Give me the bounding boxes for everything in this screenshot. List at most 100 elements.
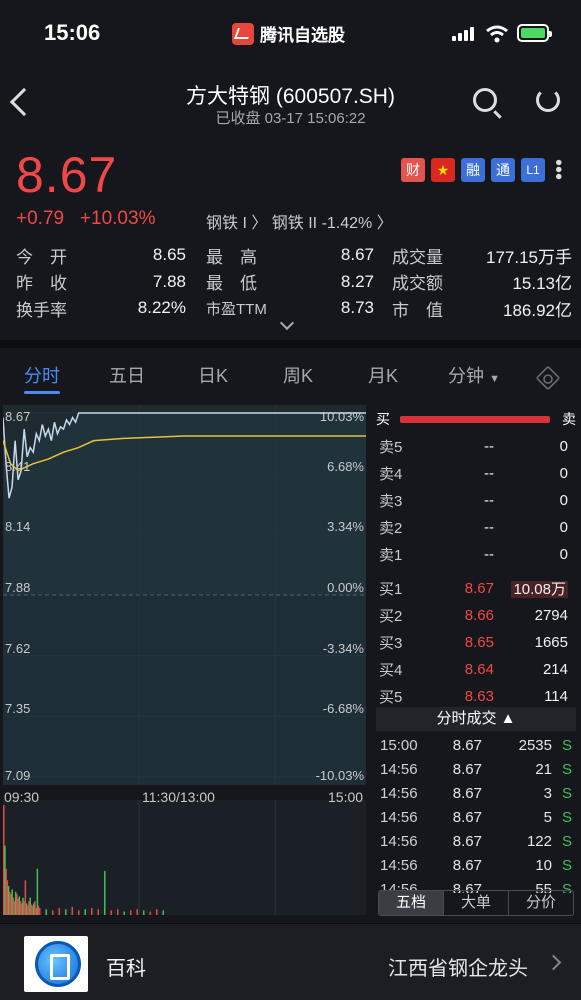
tab-five-levels[interactable]: 五档 xyxy=(379,891,443,915)
trades-header[interactable]: 分时成交 ▲ xyxy=(376,707,576,731)
ask-price: -- xyxy=(484,545,494,563)
bid-price: 8.63 xyxy=(464,687,494,705)
volume-bar xyxy=(58,908,61,915)
y-axis-label: 7.35 xyxy=(5,701,31,717)
y-axis-percent-label: 6.68% xyxy=(327,458,364,474)
x-axis-label: 15:00 xyxy=(328,789,364,805)
y-axis-percent-label: -6.68% xyxy=(322,701,364,717)
refresh-icon[interactable] xyxy=(536,88,560,112)
bid-row: 买4 8.64 214 xyxy=(376,656,576,683)
trade-row: 14:56 8.67 10 S xyxy=(376,853,576,877)
stat-value: 7.88 xyxy=(152,271,186,291)
tab-active-indicator xyxy=(24,391,60,394)
y-axis-percent-label: -10.03% xyxy=(315,768,364,783)
ask-volume: 0 xyxy=(559,437,568,455)
bid-name: 买1 xyxy=(379,581,403,599)
volume-bar xyxy=(65,909,67,915)
ask-row: 卖1 -- 0 xyxy=(376,541,576,568)
tab-weekly-k[interactable]: 周K xyxy=(256,362,340,388)
bid-name: 买5 xyxy=(379,688,403,706)
volume-bar xyxy=(97,909,100,915)
trade-row: 14:56 8.67 21 S xyxy=(376,757,576,781)
finance-badge[interactable]: 财 xyxy=(401,158,425,182)
cellular-signal-icon xyxy=(452,27,474,41)
status-time: 15:06 xyxy=(44,20,101,45)
chart-tabs: 分时 五日 日K 周K 月K 分钟 ▼ xyxy=(0,362,581,388)
current-price: 8.67 xyxy=(16,147,118,203)
trade-price: 8.67 xyxy=(452,856,482,874)
tab-monthly-k[interactable]: 月K xyxy=(340,362,426,388)
trade-list[interactable]: 15:00 8.67 2535 S 14:56 8.67 21 S 14:56 … xyxy=(376,733,576,894)
stat-row: 昨 收 7.88 最 低 8.27 成交额 15.13亿 xyxy=(16,269,572,296)
app-brand: 腾讯自选股 xyxy=(232,21,345,46)
stat-label: 市盈TTM xyxy=(206,300,267,318)
volume-bar xyxy=(104,871,106,915)
stat-label: 成交量 xyxy=(392,247,443,267)
stat-label: 成交额 xyxy=(392,274,443,294)
stat-value: 8.67 xyxy=(340,245,374,265)
ask-row: 卖5 -- 0 xyxy=(376,433,576,460)
margin-badge[interactable]: 融 xyxy=(461,158,485,182)
volume-bar xyxy=(136,909,139,915)
level1-badge[interactable]: L1 xyxy=(521,158,545,182)
tab-daily-k[interactable]: 日K xyxy=(170,362,256,388)
ask-price: -- xyxy=(484,518,494,536)
bid-price: 8.66 xyxy=(464,607,494,625)
search-icon[interactable] xyxy=(473,88,497,112)
trade-time: 15:00 xyxy=(380,736,418,754)
trade-volume: 21 xyxy=(535,760,552,778)
ask-name: 卖3 xyxy=(379,492,403,510)
stat-label: 最 低 xyxy=(206,274,257,294)
stat-label[interactable]: 市 值 xyxy=(374,296,464,321)
connect-badge[interactable]: 通 xyxy=(491,158,515,182)
x-axis-label: 11:30/13:00 xyxy=(142,789,215,805)
y-axis-percent-label: -3.34% xyxy=(322,640,364,656)
ask-name: 卖5 xyxy=(379,438,403,456)
tab-price-distribution[interactable]: 分价 xyxy=(508,891,573,915)
volume-bar xyxy=(110,910,113,915)
trade-volume: 3 xyxy=(543,784,552,802)
trade-row: 15:00 8.67 2535 S xyxy=(376,733,576,757)
intraday-chart[interactable] xyxy=(3,405,366,915)
trade-price: 8.67 xyxy=(452,760,482,778)
y-axis-percent-label: 3.34% xyxy=(327,519,364,535)
bid-row: 买2 8.66 2794 xyxy=(376,602,576,629)
volume-bar xyxy=(130,910,132,915)
stat-label: 换手率 xyxy=(16,300,67,320)
ask-price: -- xyxy=(484,464,494,482)
volume-bar xyxy=(117,909,119,915)
bid-name: 买2 xyxy=(379,608,403,626)
wiki-label: 百科 xyxy=(106,958,146,980)
trade-side: S xyxy=(561,808,572,826)
tab-five-day[interactable]: 五日 xyxy=(84,362,170,388)
tab-minute[interactable]: 分钟 ▼ xyxy=(426,362,522,388)
trade-time: 14:56 xyxy=(380,808,418,826)
volume-bar xyxy=(162,910,165,915)
stat-value: 177.15万手 xyxy=(486,247,572,267)
trade-time: 14:56 xyxy=(380,856,418,874)
tab-large-orders[interactable]: 大单 xyxy=(443,891,508,915)
bid-row: 买3 8.65 1665 xyxy=(376,629,576,656)
buy-sell-ratio-bar xyxy=(400,415,550,423)
battery-icon xyxy=(517,24,552,42)
more-icon[interactable]: ••• xyxy=(547,159,569,180)
tab-intraday[interactable]: 分时 xyxy=(0,362,84,388)
order-book-separator xyxy=(376,567,576,575)
stat-value: 186.92亿 xyxy=(503,300,572,320)
industry-link[interactable]: 钢铁 I 〉 钢铁 II -1.42% 〉 xyxy=(206,209,393,233)
bid-volume: 114 xyxy=(544,687,568,705)
order-book-header: 买 卖 xyxy=(376,405,576,433)
trade-row: 14:56 8.67 3 S xyxy=(376,781,576,805)
sell-label: 卖 xyxy=(562,411,576,427)
y-axis-label: 7.88 xyxy=(5,580,31,595)
y-axis-label: 7.09 xyxy=(5,768,31,783)
bid-volume-cell: 10.08万 xyxy=(494,578,570,599)
bid-row: 买1 8.67 10.08万 xyxy=(376,575,576,602)
trade-time: 14:56 xyxy=(380,760,418,778)
ask-name: 卖4 xyxy=(379,465,403,483)
trade-side: S xyxy=(561,856,572,874)
y-axis-label: 8.67 xyxy=(5,409,31,424)
buy-label: 买 xyxy=(376,411,390,427)
wiki-description: 江西省钢企龙头 xyxy=(388,958,528,980)
y-axis-percent-label: 0.00% xyxy=(327,580,364,595)
